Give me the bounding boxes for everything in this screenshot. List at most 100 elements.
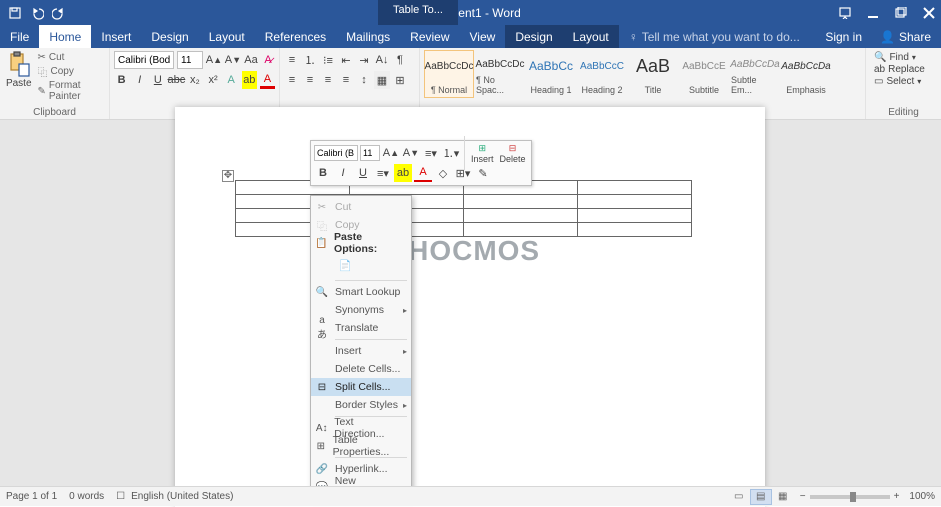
- bold-button[interactable]: B: [114, 71, 129, 89]
- show-marks-button[interactable]: ¶: [392, 51, 408, 69]
- tab-mailings[interactable]: Mailings: [336, 25, 400, 48]
- clear-formatting-icon[interactable]: A̷: [261, 51, 275, 69]
- mini-bullets[interactable]: ≡▾: [422, 144, 440, 162]
- document-table[interactable]: [235, 180, 692, 237]
- tab-review[interactable]: Review: [400, 25, 459, 48]
- tab-insert[interactable]: Insert: [91, 25, 141, 48]
- zoom-thumb[interactable]: [850, 492, 856, 502]
- subscript-button[interactable]: x₂: [187, 71, 202, 89]
- share-button[interactable]: 👤 Share: [870, 25, 941, 48]
- mini-delete-button[interactable]: ⊟Delete: [498, 143, 528, 164]
- increase-indent-button[interactable]: ⇥: [356, 51, 372, 69]
- ctx-smart-lookup[interactable]: 🔍Smart Lookup: [311, 283, 411, 301]
- style-no-spacing[interactable]: AaBbCcDc¶ No Spac...: [475, 50, 525, 98]
- format-painter-button[interactable]: ✎Format Painter: [37, 80, 101, 102]
- zoom-level[interactable]: 100%: [909, 491, 935, 502]
- grow-font-icon[interactable]: A▲: [206, 51, 222, 69]
- select-button[interactable]: ▭Select ▾: [874, 76, 933, 87]
- table-row[interactable]: [236, 195, 692, 209]
- tab-home[interactable]: Home: [39, 25, 91, 48]
- line-spacing-button[interactable]: ↕: [356, 71, 372, 89]
- italic-button[interactable]: I: [132, 71, 147, 89]
- font-color-button[interactable]: A: [260, 71, 275, 89]
- mini-insert-button[interactable]: ⊞Insert: [469, 143, 496, 164]
- tab-table-layout[interactable]: Layout: [563, 25, 619, 48]
- font-size-input[interactable]: [177, 51, 203, 69]
- ctx-cut[interactable]: ✂Cut: [311, 198, 411, 216]
- ctx-insert[interactable]: Insert▸: [311, 342, 411, 360]
- save-icon[interactable]: [8, 6, 22, 20]
- ribbon-options-icon[interactable]: [839, 7, 851, 19]
- mini-align[interactable]: ≡▾: [374, 164, 392, 182]
- numbering-button[interactable]: ⒈: [302, 51, 318, 69]
- ctx-border-styles[interactable]: Border Styles▸: [311, 396, 411, 414]
- mini-bold[interactable]: B: [314, 164, 332, 182]
- status-page[interactable]: Page 1 of 1: [6, 491, 57, 502]
- paste-keep-source-icon[interactable]: 📄: [335, 255, 355, 275]
- style-heading2[interactable]: AaBbCcCHeading 2: [577, 50, 627, 98]
- print-layout-icon[interactable]: ▤: [750, 489, 772, 505]
- mini-font-color[interactable]: A: [414, 164, 432, 182]
- change-case-icon[interactable]: Aa: [244, 51, 258, 69]
- strikethrough-button[interactable]: abc: [168, 71, 184, 89]
- sign-in-link[interactable]: Sign in: [817, 25, 870, 48]
- web-layout-icon[interactable]: ▦: [772, 489, 794, 505]
- bullets-button[interactable]: ≡: [284, 51, 300, 69]
- align-left-button[interactable]: ≡: [284, 71, 300, 89]
- align-right-button[interactable]: ≡: [320, 71, 336, 89]
- underline-button[interactable]: U: [150, 71, 165, 89]
- zoom-in-button[interactable]: +: [894, 491, 900, 502]
- sort-button[interactable]: A↓: [374, 51, 390, 69]
- tab-table-design[interactable]: Design: [505, 25, 562, 48]
- tab-layout[interactable]: Layout: [199, 25, 255, 48]
- style-subtitle[interactable]: AaBbCcESubtitle: [679, 50, 729, 98]
- replace-button[interactable]: abReplace: [874, 64, 933, 75]
- tab-file[interactable]: File: [0, 25, 39, 48]
- copy-button[interactable]: ⿻Copy: [37, 64, 101, 79]
- ctx-translate[interactable]: aあTranslate: [311, 319, 411, 337]
- decrease-indent-button[interactable]: ⇤: [338, 51, 354, 69]
- ctx-table-properties[interactable]: ⊞Table Properties...: [311, 437, 411, 455]
- status-language[interactable]: English (United States): [131, 491, 233, 502]
- mini-borders[interactable]: ⊞▾: [454, 164, 472, 182]
- mini-underline[interactable]: U: [354, 164, 372, 182]
- tell-me-search[interactable]: ♀ Tell me what you want to do...: [619, 25, 818, 48]
- style-title[interactable]: AaBTitle: [628, 50, 678, 98]
- ctx-split-cells[interactable]: ⊟Split Cells...: [311, 378, 411, 396]
- redo-icon[interactable]: [52, 6, 66, 20]
- mini-grow-font[interactable]: A▲: [382, 144, 400, 162]
- mini-format-painter[interactable]: ✎: [474, 164, 492, 182]
- mini-font-name[interactable]: [314, 145, 358, 161]
- tab-references[interactable]: References: [255, 25, 336, 48]
- read-mode-icon[interactable]: ▭: [728, 489, 750, 505]
- maximize-icon[interactable]: [895, 7, 907, 19]
- borders-button[interactable]: ⊞: [392, 71, 408, 89]
- mini-shrink-font[interactable]: A▼: [402, 144, 420, 162]
- shrink-font-icon[interactable]: A▼: [225, 51, 241, 69]
- justify-button[interactable]: ≡: [338, 71, 354, 89]
- zoom-out-button[interactable]: −: [800, 491, 806, 502]
- minimize-icon[interactable]: [867, 7, 879, 19]
- shading-button[interactable]: ▦: [374, 71, 390, 89]
- style-emphasis[interactable]: AaBbCcDaEmphasis: [781, 50, 831, 98]
- style-subtle-em[interactable]: AaBbCcDaSubtle Em...: [730, 50, 780, 98]
- align-center-button[interactable]: ≡: [302, 71, 318, 89]
- multilevel-button[interactable]: ⁝≡: [320, 51, 336, 69]
- find-button[interactable]: 🔍Find ▾: [874, 52, 933, 63]
- tab-view[interactable]: View: [460, 25, 506, 48]
- superscript-button[interactable]: x²: [206, 71, 221, 89]
- tab-design[interactable]: Design: [141, 25, 198, 48]
- mini-shading[interactable]: ◇: [434, 164, 452, 182]
- zoom-slider[interactable]: [810, 495, 890, 499]
- mini-font-size[interactable]: [360, 145, 380, 161]
- highlight-button[interactable]: ab: [242, 71, 257, 89]
- close-icon[interactable]: [923, 7, 935, 19]
- undo-icon[interactable]: [30, 6, 44, 20]
- cut-button[interactable]: ✂Cut: [37, 52, 101, 63]
- ctx-delete-cells[interactable]: Delete Cells...: [311, 360, 411, 378]
- table-row[interactable]: [236, 209, 692, 223]
- mini-highlight[interactable]: ab: [394, 164, 412, 182]
- paste-button[interactable]: Paste: [4, 50, 33, 89]
- style-heading1[interactable]: AaBbCcHeading 1: [526, 50, 576, 98]
- proofing-icon[interactable]: ☐: [116, 491, 125, 502]
